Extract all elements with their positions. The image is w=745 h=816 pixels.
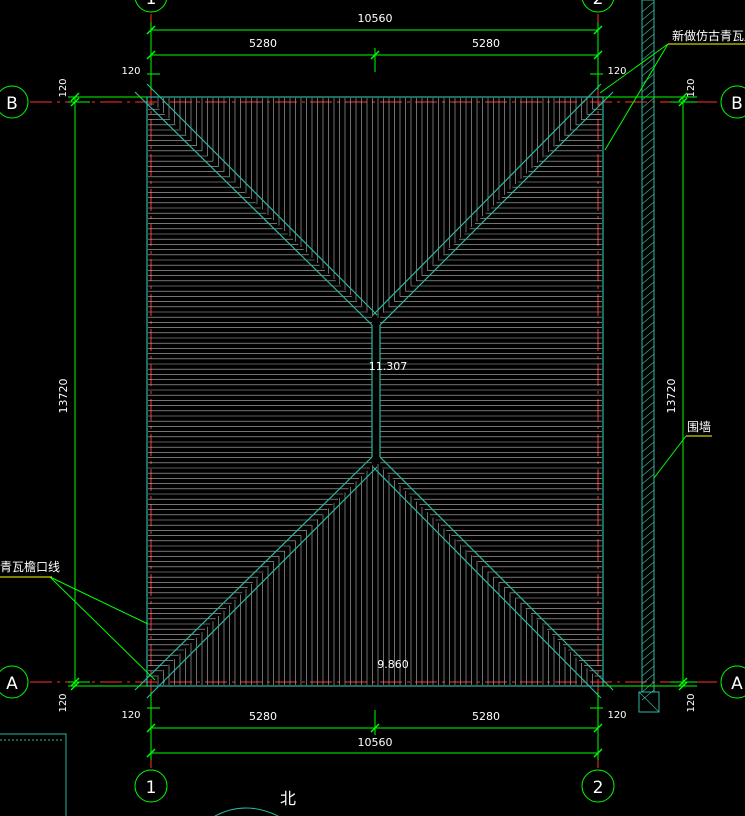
dim-offset-top-left: 120 [121,66,140,77]
roof-eave-rect [146,96,604,687]
label-north: 北 [280,789,296,808]
leader-wall [653,435,687,479]
dim-offset-right-lower: 120 [686,693,697,712]
grid-label-2-top: 2 [593,0,604,9]
grid-label-b-right: B [731,94,743,114]
dim-offset-bottom-left: 120 [121,710,140,721]
dim-offset-left-lower: 120 [58,693,69,712]
grid-bubble-texts: 1 2 1 2 B A B A [6,0,743,798]
dim-offset-right-upper: 120 [686,78,697,97]
dim-left-height: 13720 [57,379,70,414]
dim-top-right: 5280 [472,37,500,50]
dimension-texts: 10560 5280 5280 5280 5280 10560 120 120 … [57,12,697,749]
grid-label-2-bottom: 2 [593,778,604,798]
boundary-wall [638,0,660,713]
main-ridge [371,325,381,457]
dim-top-total: 10560 [358,12,393,25]
wall-strip [641,0,655,693]
leader-eave-line [49,576,156,681]
roof-outline [134,83,614,699]
grid-axes [30,14,720,768]
eave-elevation: 9.860 [377,658,409,671]
dim-right-height: 13720 [665,379,678,414]
grid-label-b-left: B [6,94,18,114]
roof-plan-drawing: 10560 5280 5280 5280 5280 10560 120 120 … [0,0,745,816]
label-eave-line: 青瓦檐口线 [0,560,60,574]
hip-ridge-top-left [134,83,378,326]
grid-label-1-top: 1 [146,0,157,9]
grid-label-a-right: A [731,674,743,694]
dim-offset-left-upper: 120 [58,78,69,97]
grid-label-1-bottom: 1 [146,778,157,798]
label-roof-tile: 新做仿古青瓦屋面 [672,28,745,43]
roof-hatch [148,98,602,685]
dimension-ticks [70,25,688,758]
grid-label-a-left: A [6,674,18,694]
dim-bottom-right: 5280 [472,710,500,723]
dim-top-left: 5280 [249,37,277,50]
hip-ridge-top-right [372,83,614,326]
dim-offset-bottom-right: 120 [607,710,626,721]
hatch-left-trapezoid [148,103,372,677]
label-wall: 围墙 [687,420,711,434]
dim-bottom-left: 5280 [249,710,277,723]
ridge-elevation: 11.307 [369,360,408,373]
hatch-bottom-triangle [157,463,593,685]
dim-bottom-total: 10560 [358,736,393,749]
hatch-right-trapezoid [380,103,602,677]
